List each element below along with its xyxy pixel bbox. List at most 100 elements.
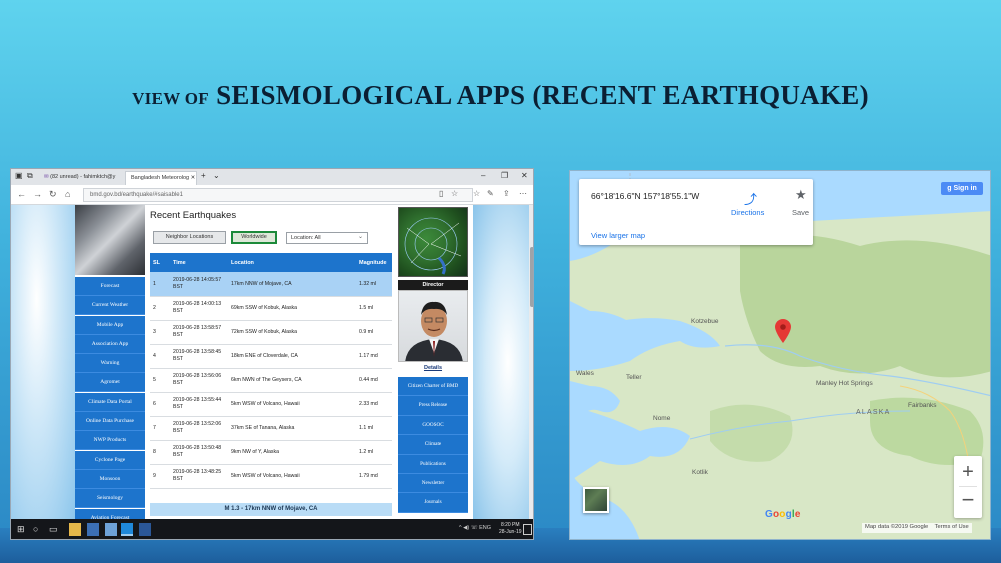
region-label[interactable]: ALASKA (856, 409, 890, 416)
map-data-credit: Map data ©2019 Google (865, 524, 929, 530)
cell-location: 5km WSW of Volcano, Hawaii (228, 392, 356, 417)
worldwide-button[interactable]: Worldwide (231, 231, 277, 244)
system-tray[interactable]: ^ ◀) ☏ ENG (459, 525, 491, 531)
back-icon[interactable]: ← (17, 189, 26, 199)
refresh-icon[interactable]: ↻ (49, 189, 57, 200)
table-row[interactable]: 2 2019-06-28 14:00:13 BST 69km SSW of Kob… (150, 296, 392, 321)
table-row[interactable]: 1 2019-06-28 14:05:57 BST 17km NNW of Moj… (150, 272, 392, 297)
zoom-out-button[interactable]: − (954, 487, 982, 515)
url-field[interactable]: bmd.gov.bd/earthquake/#saisable1 (83, 188, 473, 202)
table-row[interactable]: 9 2019-06-28 13:48:25 BST 5km WSW of Volc… (150, 464, 392, 489)
directions-icon[interactable]: ⤴ (744, 189, 757, 208)
sidenav-seismology[interactable]: Seismology (75, 489, 145, 509)
close-window-icon[interactable]: ✕ (521, 171, 528, 180)
back-tabs-icon[interactable]: ⧉ (27, 171, 33, 181)
google-map[interactable]: Kotzebue Nome ALASKA Fairbanks Wales Tel… (569, 170, 991, 540)
sidenav-climate-data-portal[interactable]: Climate Data Portal (75, 392, 145, 412)
rnav-newsletter[interactable]: Newsletter (398, 473, 468, 494)
mail-app-icon[interactable] (105, 523, 117, 536)
column-header[interactable]: Magnitude (356, 253, 392, 272)
sidenav-current-weather[interactable]: Current Weather (75, 296, 145, 316)
neighbor-locations-button[interactable]: Neighbor Locations (153, 231, 226, 244)
forward-icon[interactable]: → (33, 189, 42, 199)
sidenav-monsoon[interactable]: Monsoon (75, 469, 145, 489)
location-select[interactable]: Location: All ⌄ (286, 232, 368, 244)
sidenav-association-app[interactable]: Association App (75, 334, 145, 354)
sidenav-mobile-app[interactable]: Mobile App (75, 315, 145, 335)
rnav-publications[interactable]: Publications (398, 454, 468, 474)
rnav-press-release[interactable]: Press Release (398, 396, 468, 416)
table-row[interactable]: 8 2019-06-28 13:50:48 BST 9km NW of Y, Al… (150, 440, 392, 465)
column-header[interactable]: Time (170, 253, 228, 272)
cell-sl: 4 (150, 344, 170, 369)
word-app-icon[interactable] (139, 523, 151, 536)
sidenav-warning[interactable]: Warning (75, 354, 145, 374)
sidenav-online-data-purchase[interactable]: Online Data Purchase (75, 412, 145, 432)
sidenav-aviation-forecast[interactable]: Aviation Forecast (75, 508, 145, 519)
cell-magnitude: 1.32 ml (356, 272, 392, 297)
cell-magnitude: 0.9 ml (356, 320, 392, 345)
terms-of-use-link[interactable]: Terms of Use (935, 524, 969, 530)
favorites-hub-icon[interactable]: ☆ (473, 189, 480, 198)
sidenav-agromet[interactable]: Agromet (75, 373, 145, 393)
rnav-journals[interactable]: Journals (398, 493, 468, 513)
search-icon[interactable]: ○ (33, 524, 38, 534)
table-row[interactable]: 6 2019-06-28 13:55:44 BST 5km WSW of Volc… (150, 392, 392, 417)
place-label[interactable]: Nome (653, 415, 670, 422)
sign-in-button[interactable]: g Sign in (941, 182, 983, 195)
favorite-star-icon[interactable]: ☆ (451, 189, 458, 198)
new-tab-icon[interactable]: + (201, 171, 206, 180)
rnav-citizen-charter[interactable]: Citizen Charter of BMD (398, 377, 468, 397)
place-label[interactable]: Manley Hot Springs (816, 380, 873, 387)
zoom-in-button[interactable]: + (954, 458, 982, 486)
table-row[interactable]: 7 2019-06-28 13:52:06 BST 37km SE of Tana… (150, 416, 392, 441)
star-icon[interactable]: ★ (795, 187, 807, 203)
taskbar-clock[interactable]: 8:20 PM 28-Jun-19 (499, 522, 522, 536)
maximize-icon[interactable]: ❐ (501, 171, 508, 180)
task-view-icon[interactable]: ▭ (49, 524, 58, 535)
satellite-view-toggle[interactable] (583, 487, 609, 513)
close-tab-icon[interactable]: ✕ (191, 175, 196, 181)
table-row[interactable]: 3 2019-06-28 13:58:57 BST 72km SSW of Kob… (150, 320, 392, 345)
details-link[interactable]: Details (398, 365, 468, 371)
place-label[interactable]: Wales (576, 370, 594, 377)
share-icon[interactable]: ⇪ (503, 189, 510, 198)
place-label[interactable]: Fairbanks (908, 402, 937, 409)
cell-time-tz: BST (173, 283, 184, 290)
more-icon[interactable]: ⋯ (519, 189, 527, 198)
store-icon[interactable] (87, 523, 99, 536)
pen-icon[interactable]: ✎ (487, 189, 494, 198)
column-header[interactable]: SL (150, 253, 170, 272)
sidenav-nwp-products[interactable]: NWP Products (75, 431, 145, 451)
radar-map-image[interactable] (398, 207, 468, 277)
file-explorer-icon[interactable] (69, 523, 81, 536)
place-label[interactable]: Kotlik (692, 469, 708, 476)
windows-start-icon[interactable]: ⊞ (17, 524, 25, 535)
chevron-down-icon[interactable]: ⌄ (213, 171, 220, 180)
tab-bmd[interactable]: Bangladesh Meteorolog ✕ (125, 171, 197, 185)
save-button[interactable]: Save (792, 208, 809, 217)
column-header[interactable]: Location (228, 253, 356, 272)
home-icon[interactable]: ⌂ (65, 189, 70, 199)
sidenav-forecast[interactable]: Forecast (75, 277, 145, 296)
table-row[interactable]: 5 2019-06-28 13:56:06 BST 6km NWN of The … (150, 368, 392, 393)
satellite-image[interactable] (75, 205, 145, 275)
directions-button[interactable]: Directions (731, 208, 764, 217)
tab-mail[interactable]: ✉ (82 unread) - fahimktch@y (39, 171, 125, 185)
sidenav-cyclone-page[interactable]: Cyclone Page (75, 450, 145, 470)
selected-quake-banner[interactable]: M 1.3 - 17km NNW of Mojave, CA (150, 503, 392, 516)
tab-actions-icon[interactable]: ▣ (15, 171, 23, 180)
table-row[interactable]: 4 2019-06-28 13:58:45 BST 18km ENE of Clo… (150, 344, 392, 369)
table-header-row: SL Time Location Magnitude (150, 253, 392, 272)
edge-browser-icon[interactable] (121, 523, 133, 536)
place-label[interactable]: Kotzebue (691, 318, 718, 325)
place-label[interactable]: Teller (626, 374, 642, 381)
slide-title-prefix: VIEW OF (132, 89, 209, 108)
minimize-icon[interactable]: – (481, 171, 485, 180)
view-larger-map-link[interactable]: View larger map (591, 231, 645, 240)
scrollbar-thumb[interactable] (530, 247, 533, 307)
reading-view-icon[interactable]: ▯ (439, 189, 443, 198)
rnav-climate[interactable]: Climate (398, 435, 468, 455)
notification-center-icon[interactable] (523, 524, 532, 535)
rnav-goosoc[interactable]: GOOSOC (398, 415, 468, 436)
